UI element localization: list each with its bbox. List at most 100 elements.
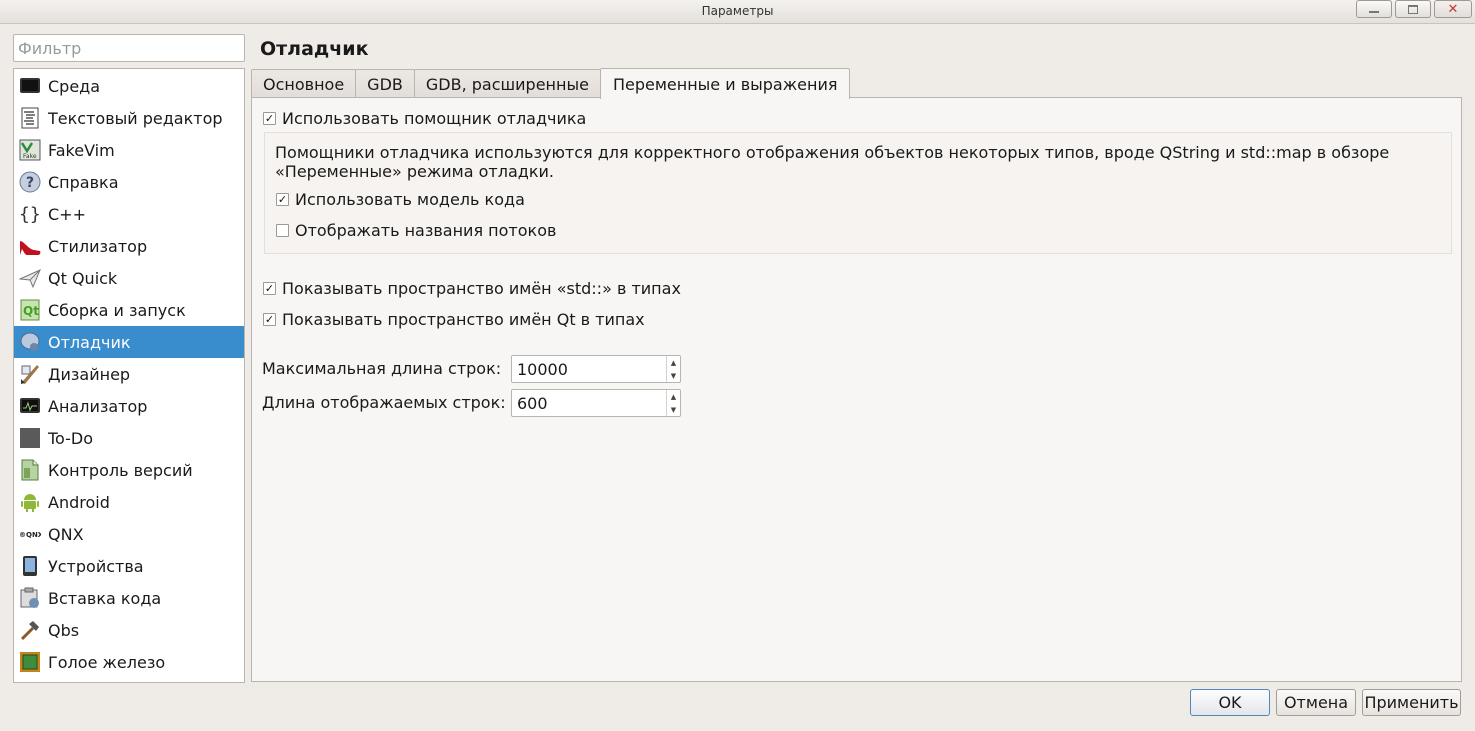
category-label: Вставка кода xyxy=(48,588,162,608)
cancel-button[interactable]: Отмена xyxy=(1276,689,1356,716)
category-label: Среда xyxy=(48,76,101,96)
minimize-button[interactable] xyxy=(1356,0,1392,18)
window-title: Параметры xyxy=(701,4,774,18)
maximize-button[interactable] xyxy=(1395,0,1431,18)
category-item-environment[interactable]: Среда xyxy=(14,70,244,102)
tab-gdb-extended[interactable]: GDB, расширенные xyxy=(413,69,601,98)
chip-icon xyxy=(18,650,42,674)
category-item-qt-quick[interactable]: Qt Quick xyxy=(14,262,244,294)
category-item-analyzer[interactable]: Анализатор xyxy=(14,390,244,422)
show-std-namespace-label: Показывать пространство имён «std::» в т… xyxy=(282,278,681,298)
max-string-length-spinbox[interactable]: ▲ ▼ xyxy=(511,355,681,383)
category-label: Текстовый редактор xyxy=(48,108,223,128)
category-item-devices[interactable]: Устройства xyxy=(14,550,244,582)
category-label: Голое железо xyxy=(48,652,166,672)
category-item-android[interactable]: Android xyxy=(14,486,244,518)
android-icon xyxy=(18,490,42,514)
version-control-icon xyxy=(18,458,42,482)
use-helper-checkbox-row[interactable]: ✓ Использовать помощник отладчика xyxy=(263,108,586,128)
analyzer-icon xyxy=(18,394,42,418)
category-item-bare-metal[interactable]: Голое железо xyxy=(14,646,244,678)
svg-text:?: ? xyxy=(26,175,34,191)
category-list: Среда Текстовый редактор Fake FakeVim ? … xyxy=(13,68,245,683)
tab-bar: Основное GDB GDB, расширенные Переменные… xyxy=(251,68,851,99)
svg-text:{}: {} xyxy=(19,204,41,225)
show-qt-namespace-checkbox[interactable]: ✓ xyxy=(263,312,276,326)
ok-button[interactable]: OK xyxy=(1190,689,1270,716)
category-label: Анализатор xyxy=(48,396,148,416)
close-button[interactable]: ✕ xyxy=(1434,0,1472,18)
category-item-todo[interactable]: To-Do xyxy=(14,422,244,454)
category-item-beautifier[interactable]: Стилизатор xyxy=(14,230,244,262)
spin-down-icon[interactable]: ▼ xyxy=(667,369,680,382)
build-run-icon: Qt xyxy=(18,298,42,322)
category-item-code-paste[interactable]: Вставка кода xyxy=(14,582,244,614)
close-icon: ✕ xyxy=(1447,1,1459,17)
show-std-namespace-checkbox[interactable]: ✓ xyxy=(263,281,276,295)
helper-description: Помощники отладчика используются для кор… xyxy=(275,143,1390,181)
category-label: Стилизатор xyxy=(48,236,148,256)
spin-up-icon[interactable]: ▲ xyxy=(667,356,680,369)
category-label: Qbs xyxy=(48,620,80,640)
max-string-length-input[interactable] xyxy=(512,356,666,382)
code-paste-icon xyxy=(18,586,42,610)
show-qt-namespace-checkbox-row[interactable]: ✓ Показывать пространство имён Qt в типа… xyxy=(263,309,645,329)
spin-up-icon[interactable]: ▲ xyxy=(667,390,680,403)
spin-down-icon[interactable]: ▼ xyxy=(667,403,680,416)
spinbox-arrows: ▲ ▼ xyxy=(666,356,680,382)
category-label: Устройства xyxy=(48,556,144,576)
fakevim-icon: Fake xyxy=(18,138,42,162)
category-item-qbs[interactable]: Qbs xyxy=(14,614,244,646)
category-label: Справка xyxy=(48,172,119,192)
minimize-icon xyxy=(1369,11,1379,13)
display-string-length-input[interactable] xyxy=(512,390,666,416)
max-string-length-label: Максимальная длина строк: xyxy=(262,359,502,378)
category-item-designer[interactable]: Дизайнер xyxy=(14,358,244,390)
helper-groupbox: Помощники отладчика используются для кор… xyxy=(264,132,1452,254)
category-label: Сборка и запуск xyxy=(48,300,186,320)
braces-icon: {} xyxy=(18,202,42,226)
use-code-model-label: Использовать модель кода xyxy=(295,189,525,209)
tab-general[interactable]: Основное xyxy=(251,69,357,98)
hammer-icon xyxy=(18,618,42,642)
category-item-debugger[interactable]: Отладчик xyxy=(14,326,244,358)
spinbox-arrows: ▲ ▼ xyxy=(666,390,680,416)
display-string-length-label: Длина отображаемых строк: xyxy=(262,393,506,412)
qnx-icon: ®QNX xyxy=(18,522,42,546)
high-heel-icon xyxy=(18,234,42,258)
category-label: FakeVim xyxy=(48,140,115,160)
show-thread-names-checkbox[interactable] xyxy=(276,223,289,237)
use-helper-checkbox[interactable]: ✓ xyxy=(263,111,276,125)
category-item-cpp[interactable]: {} C++ xyxy=(14,198,244,230)
device-icon xyxy=(18,554,42,578)
filter-input[interactable] xyxy=(13,34,245,62)
show-thread-names-checkbox-row[interactable]: Отображать названия потоков xyxy=(276,220,556,240)
text-editor-icon xyxy=(18,106,42,130)
category-label: To-Do xyxy=(48,428,94,448)
category-item-build-run[interactable]: Qt Сборка и запуск xyxy=(14,294,244,326)
category-label: Qt Quick xyxy=(48,268,118,288)
category-item-help[interactable]: ? Справка xyxy=(14,166,244,198)
category-item-qnx[interactable]: ®QNX QNX xyxy=(14,518,244,550)
show-qt-namespace-label: Показывать пространство имён Qt в типах xyxy=(282,309,645,329)
category-label: C++ xyxy=(48,204,86,224)
tab-gdb[interactable]: GDB xyxy=(355,69,415,98)
tab-locals-expressions[interactable]: Переменные и выражения xyxy=(599,68,851,99)
use-code-model-checkbox[interactable]: ✓ xyxy=(276,192,289,206)
category-item-version-control[interactable]: Контроль версий xyxy=(14,454,244,486)
help-icon: ? xyxy=(18,170,42,194)
paper-plane-icon xyxy=(18,266,42,290)
svg-text:Fake: Fake xyxy=(23,153,37,160)
apply-button[interactable]: Применить xyxy=(1362,689,1461,716)
use-code-model-checkbox-row[interactable]: ✓ Использовать модель кода xyxy=(276,189,525,209)
category-label: QNX xyxy=(48,524,84,544)
maximize-icon xyxy=(1408,4,1418,14)
category-item-fakevim[interactable]: Fake FakeVim xyxy=(14,134,244,166)
category-label: Android xyxy=(48,492,110,512)
svg-text:®QNX: ®QNX xyxy=(19,531,41,539)
display-string-length-spinbox[interactable]: ▲ ▼ xyxy=(511,389,681,417)
category-item-text-editor[interactable]: Текстовый редактор xyxy=(14,102,244,134)
todo-icon xyxy=(18,426,42,450)
show-thread-names-label: Отображать названия потоков xyxy=(295,220,557,240)
show-std-namespace-checkbox-row[interactable]: ✓ Показывать пространство имён «std::» в… xyxy=(263,278,681,298)
